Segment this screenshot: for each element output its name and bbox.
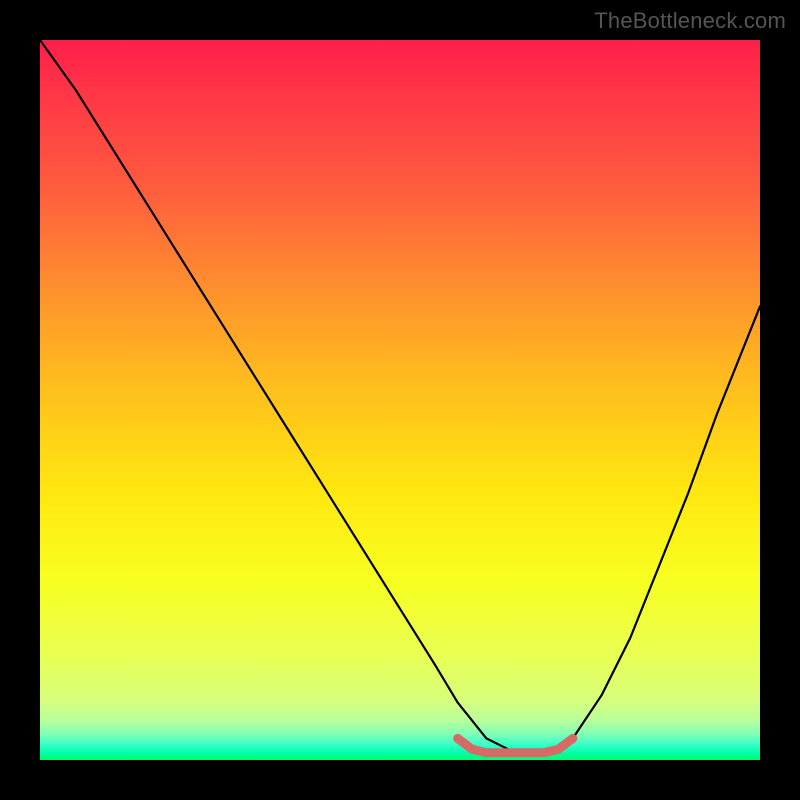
chart-svg	[40, 40, 760, 760]
watermark-text: TheBottleneck.com	[594, 8, 786, 34]
series-optimal-marker	[458, 738, 573, 752]
chart-frame: TheBottleneck.com	[0, 0, 800, 800]
series-bottleneck-curve	[40, 40, 760, 753]
plot-area	[40, 40, 760, 760]
